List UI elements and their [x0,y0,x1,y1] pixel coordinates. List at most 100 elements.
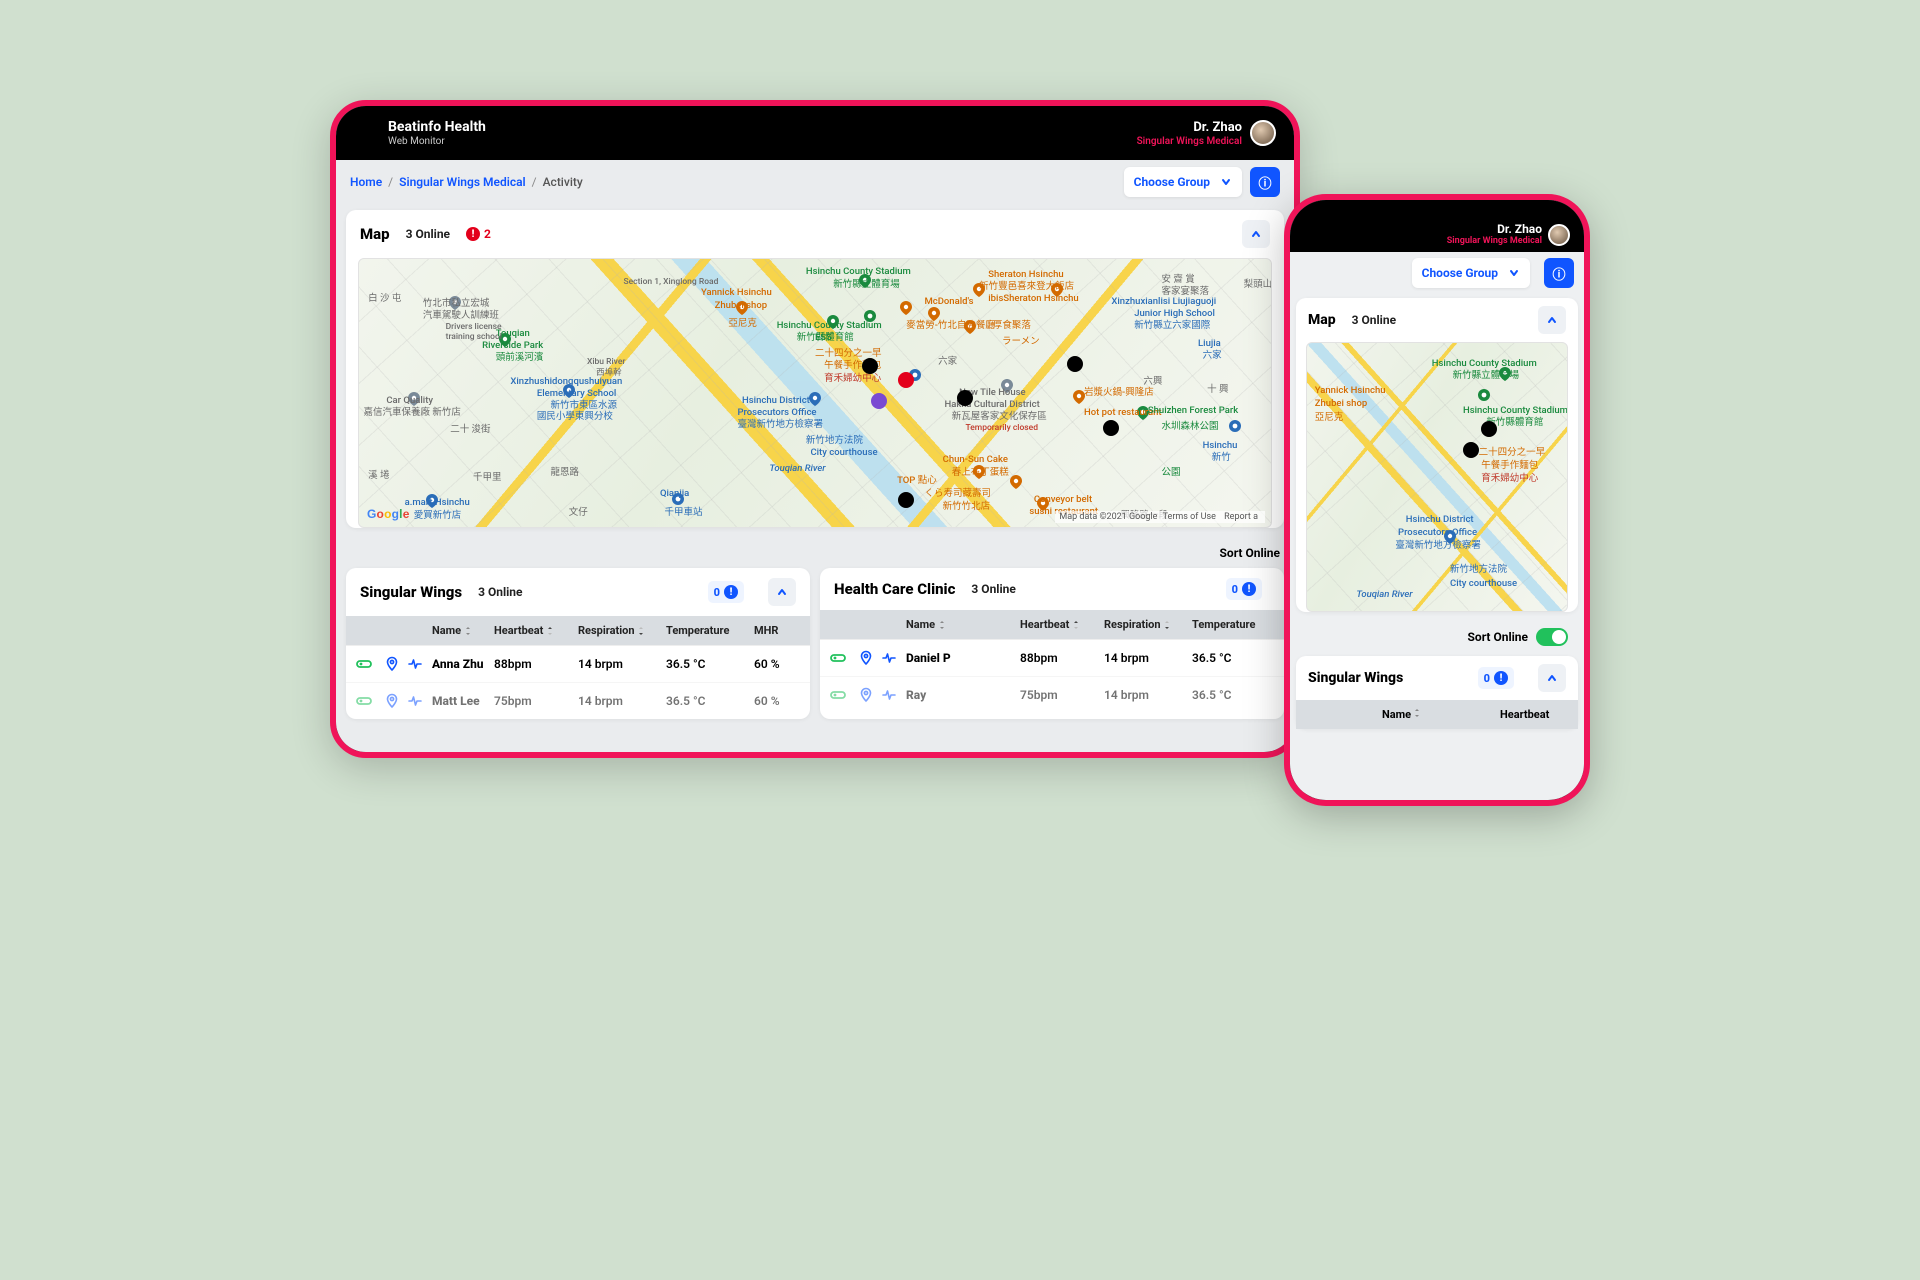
map-poi-label: 新竹竹北店 [943,502,991,512]
col-heartbeat[interactable]: Heartbeat [1500,708,1568,721]
breadcrumb-org[interactable]: Singular Wings Medical [399,175,526,189]
breadcrumb-home[interactable]: Home [350,175,382,189]
col-temperature[interactable]: Temperature [666,624,748,637]
col-respiration[interactable]: Respiration [578,624,660,637]
avatar[interactable] [1250,120,1276,146]
map-marker-alert[interactable] [898,372,914,388]
cell-heartbeat: 88bpm [1020,651,1098,665]
table-row[interactable]: Matt Lee 75bpm 14 brpm 36.5 °C 60 % [346,682,810,719]
map-poi-label: 春上布丁蛋糕 [952,468,1009,478]
map[interactable]: Hsinchu County Stadium 新竹縣立體育場 Sheraton … [358,258,1272,528]
map-poi-label: 臺灣新竹地方檢察署 [737,420,823,430]
map-poi-icon [808,392,822,406]
map-poi-icon [899,301,913,315]
map-terms-link[interactable]: Terms of Use [1163,512,1216,522]
map-poi-label: McDonald's [924,297,973,307]
map-attribution: Map data ©2021 Google Terms of Use Repor… [1055,511,1265,523]
map-marker[interactable] [862,358,878,374]
group-title: Singular Wings [1308,670,1403,686]
group-alert-badge[interactable]: 0 ! [1226,578,1262,600]
map-poi-label: Xinzhuxianlisi Liujiaguoji [1111,297,1216,307]
map-poi-label: ibisSheraton Hsinchu [988,294,1078,304]
info-button[interactable]: ⓘ [1250,167,1280,197]
brand-logo-icon [354,121,378,145]
subbar: Home / Singular Wings Medical / Activity… [336,160,1294,204]
info-button[interactable]: ⓘ [1544,258,1574,288]
map-alert-badge[interactable]: ! 2 [466,227,491,241]
map-poi-label: ラーメン [1002,337,1040,347]
map-poi-label: 白 沙 屯 [368,294,401,304]
map-poi-label: Touqian [496,329,530,339]
group-card-singular-wings: Singular Wings 3 Online 0 ! [346,568,810,719]
map-title: Map [360,225,390,243]
map-marker[interactable] [871,393,887,409]
map-poi-label: 新瓦屋客家文化保存區 [952,412,1047,422]
cell-mhr: 60 % [754,657,800,671]
avatar[interactable] [1548,224,1570,246]
map-online-count: 3 Online [1352,313,1396,327]
map-poi-label: Yannick Hsinchu [1315,386,1386,396]
cell-mhr: 60 % [754,694,800,708]
location-icon [858,650,876,666]
map-marker[interactable] [1103,420,1119,436]
location-icon [858,687,876,703]
col-name[interactable]: Name [1382,708,1494,721]
cell-temperature: 36.5 °C [666,657,748,671]
group-card-health-care: Health Care Clinic 3 Online 0 ! Name Hea [820,568,1284,719]
col-temperature[interactable]: Temperature [1192,618,1274,631]
table-row[interactable]: Anna Zhu 88bpm 14 brpm 36.5 °C 60 % [346,645,810,682]
map-poi-label: 新竹縣立六家國際 [1134,321,1210,331]
map-report-link[interactable]: Report a [1224,512,1258,522]
table-row[interactable]: Ray 75bpm 14 brpm 36.5 °C [820,676,1284,713]
map-collapse-button[interactable] [1242,220,1270,248]
col-name[interactable]: Name [906,618,1014,631]
map-marker[interactable] [957,390,973,406]
col-mhr[interactable]: MHR [754,624,800,637]
cell-temperature: 36.5 °C [666,694,748,708]
map-poi-label: Touqian River [769,464,825,474]
table-row[interactable]: Daniel P 88bpm 14 brpm 36.5 °C [820,639,1284,676]
group-online: 3 Online [478,585,522,599]
col-respiration[interactable]: Respiration [1104,618,1186,631]
cell-heartbeat: 75bpm [494,694,572,708]
map-poi-label: Hsinchu County Stadium [806,267,911,277]
map-marker[interactable] [1463,442,1479,458]
cell-respiration: 14 brpm [1104,651,1186,665]
col-heartbeat[interactable]: Heartbeat [494,624,572,637]
cell-temperature: 36.5 °C [1192,688,1274,702]
col-name[interactable]: Name [432,624,488,637]
map-poi-label: くら寿司藏壽司 [924,489,991,499]
choose-group-dropdown[interactable]: Choose Group [1124,167,1242,197]
map-poi-label: 新竹市東區水源 [551,401,618,411]
map-poi-label: 育禾婦幼中心 [1481,474,1538,484]
map-poi-label: Touqian River [1356,590,1412,600]
map-marker[interactable] [1481,421,1497,437]
map-marker[interactable] [1067,356,1083,372]
map-poi-label: 水圳森林公園 [1162,422,1219,432]
map-poi-label: Temporarily closed [965,424,1038,433]
map[interactable]: Hsinchu County Stadium 新竹縣立體育場 Yannick H… [1306,342,1568,612]
map-poi-label: Zhubei shop [1315,399,1367,409]
group-alert-badge[interactable]: 0 ! [1478,667,1514,689]
user-org: Singular Wings Medical [1447,236,1542,246]
group-collapse-button[interactable] [1538,664,1566,692]
sort-online-toggle[interactable] [1536,628,1568,646]
map-poi-label: 安 齋 賞 [1162,275,1195,285]
cell-respiration: 14 brpm [1104,688,1186,702]
map-collapse-button[interactable] [1538,306,1566,334]
map-poi-icon [1477,388,1491,402]
map-poi-label: Hsinchu County Stadium [777,321,882,331]
group-alert-badge[interactable]: 0 ! [708,581,744,603]
map-poi-icon [1009,475,1023,489]
col-heartbeat[interactable]: Heartbeat [1020,618,1098,631]
alert-icon: ! [724,585,738,599]
map-marker[interactable] [898,492,914,508]
group-collapse-button[interactable] [768,578,796,606]
map-poi-label: Hsinchu County Stadium [1463,406,1568,416]
cell-respiration: 14 brpm [578,694,660,708]
map-poi-label: 愛買新竹店 [414,511,462,521]
ecg-icon [882,687,900,703]
choose-group-dropdown[interactable]: Choose Group [1412,258,1530,288]
user-org: Singular Wings Medical [1137,136,1242,147]
map-poi-label: 文仔 [569,508,588,518]
